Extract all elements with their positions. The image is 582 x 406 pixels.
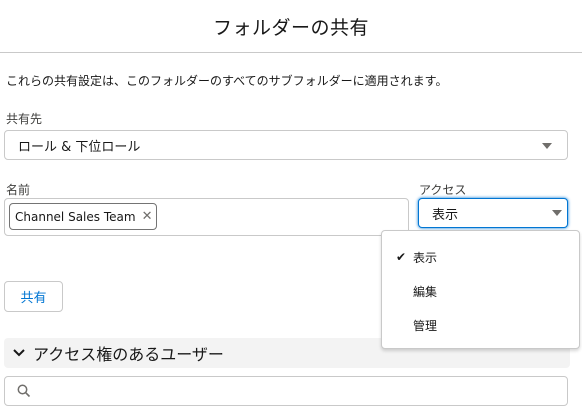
access-select[interactable]: 表示 xyxy=(418,198,568,228)
names-label: 名前 xyxy=(6,183,31,197)
modal-header: フォルダーの共有 xyxy=(0,0,582,53)
caret-down-icon xyxy=(552,210,562,216)
share-with-select[interactable]: ロール & 下位ロール xyxy=(4,130,568,160)
remove-pill-icon[interactable]: ✕ xyxy=(142,209,153,224)
check-icon: ✔ xyxy=(396,250,407,264)
access-label: アクセス xyxy=(419,183,467,197)
access-option-view[interactable]: ✔ 表示 xyxy=(382,243,579,271)
share-with-label: 共有先 xyxy=(6,112,43,126)
description-text: これらの共有設定は、このフォルダーのすべてのサブフォルダーに適用されます。 xyxy=(6,74,448,88)
option-label: 表示 xyxy=(413,250,438,265)
chevron-down-icon xyxy=(13,345,25,361)
caret-down-icon xyxy=(542,143,552,149)
access-option-edit[interactable]: 編集 xyxy=(382,277,579,305)
section-title: アクセス権のあるユーザー xyxy=(33,345,224,364)
name-pill: Channel Sales Team ✕ xyxy=(9,203,158,230)
access-dropdown-menu: ✔ 表示 編集 管理 xyxy=(381,230,580,349)
share-button[interactable]: 共有 xyxy=(4,281,63,312)
option-label: 編集 xyxy=(413,284,438,299)
option-label: 管理 xyxy=(413,318,438,333)
names-input[interactable]: Channel Sales Team ✕ xyxy=(4,198,409,236)
user-search-input[interactable] xyxy=(39,381,543,397)
modal-title: フォルダーの共有 xyxy=(212,16,369,39)
access-value: 表示 xyxy=(432,207,459,223)
search-icon xyxy=(17,384,31,398)
user-search-field[interactable] xyxy=(4,376,568,406)
share-with-value: ロール & 下位ロール xyxy=(18,139,141,155)
access-option-manage[interactable]: 管理 xyxy=(382,311,579,339)
pill-label: Channel Sales Team xyxy=(15,209,136,224)
